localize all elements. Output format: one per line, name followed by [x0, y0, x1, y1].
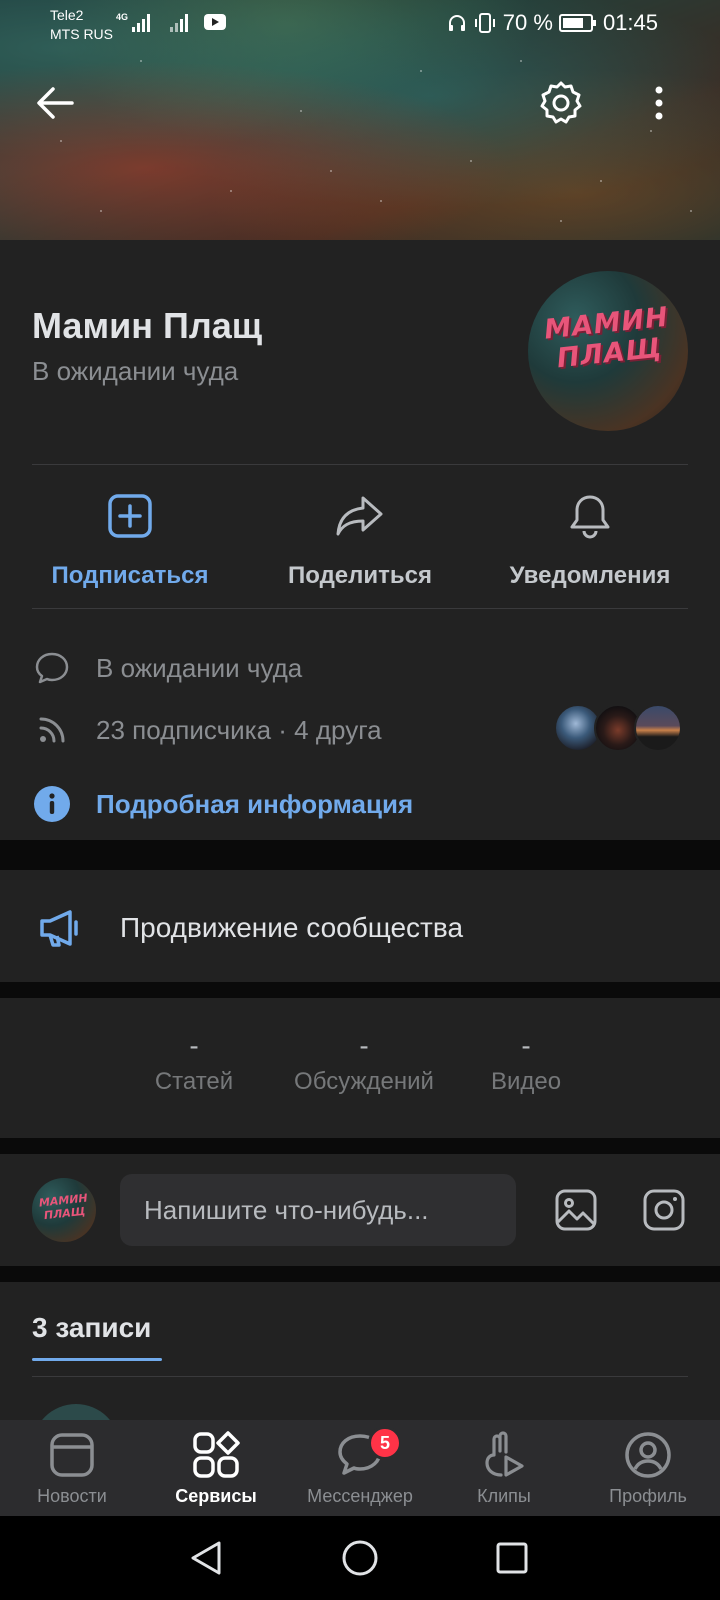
nav-back-button[interactable] [184, 1536, 228, 1580]
carrier-info: Tele2 MTS RUS [50, 6, 113, 44]
headphones-icon [448, 15, 465, 31]
friend-avatar [634, 704, 682, 752]
notifications-button[interactable]: Уведомления [480, 490, 700, 590]
camera-icon [643, 1189, 685, 1231]
square-recents-icon [496, 1542, 528, 1574]
network-type: 4G [116, 12, 129, 22]
counter-value: - [521, 1030, 531, 1061]
clips-icon [432, 1430, 576, 1480]
followers-text: 23 подписчика · 4 друга [96, 714, 382, 745]
chat-icon: 5 [288, 1426, 432, 1480]
back-button[interactable] [30, 78, 80, 128]
tab-label: Сервисы [175, 1486, 257, 1506]
triangle-back-icon [191, 1541, 221, 1575]
circle-home-icon [342, 1540, 378, 1576]
details-link-text: Подробная информация [96, 788, 414, 819]
posts-tab[interactable]: 3 записи [32, 1312, 151, 1344]
counter-discussions[interactable]: - Обсуждений [274, 1030, 454, 1096]
unread-badge: 5 [368, 1426, 402, 1460]
carrier-2: MTS RUS [50, 26, 113, 42]
counter-label: Обсуждений [294, 1068, 434, 1095]
community-status: В ожидании чуда [32, 356, 239, 386]
share-button[interactable]: Поделиться [250, 490, 470, 590]
details-link[interactable]: Подробная информация [32, 784, 413, 824]
status-row: В ожидании чуда [32, 648, 302, 688]
notifications-label: Уведомления [509, 562, 671, 589]
image-icon [555, 1189, 597, 1231]
promotion-label: Продвижение сообщества [120, 912, 464, 943]
posts-card [0, 1282, 720, 1422]
status-text: В ожидании чуда [96, 652, 303, 683]
share-arrow-icon [334, 490, 386, 542]
friends-avatars[interactable] [554, 704, 694, 754]
battery-icon [558, 14, 596, 32]
subscribe-button[interactable]: Подписаться [20, 490, 240, 590]
signal-icon: 4G [116, 12, 151, 32]
counter-label: Статей [154, 1068, 234, 1095]
tab-news[interactable]: Новости [0, 1430, 144, 1507]
avatar-logo: МАМИН ПЛАЩ [542, 301, 671, 375]
nav-recents-button[interactable] [490, 1536, 534, 1580]
counter-articles[interactable]: - Статей [104, 1030, 284, 1096]
news-icon [0, 1430, 144, 1480]
tab-label: Новости [37, 1486, 107, 1506]
posts-tab-indicator [32, 1358, 162, 1361]
plus-square-icon [104, 490, 156, 542]
tab-services[interactable]: Сервисы [144, 1430, 288, 1507]
status-bar: Tele2 MTS RUS 4G 70 % 01:45 [0, 0, 720, 48]
counter-value: - [359, 1030, 369, 1061]
followers-row[interactable]: 23 подписчика · 4 друга [32, 710, 382, 750]
battery-percent: 70 % [502, 10, 553, 35]
clock: 01:45 [602, 10, 658, 35]
composer-placeholder: Напишите что-нибудь... [144, 1194, 429, 1225]
community-name: Мамин Плащ [32, 305, 263, 346]
gear-icon [540, 81, 582, 124]
avatar-logo: МАМИН ПЛАЩ [38, 1191, 89, 1223]
more-menu-button[interactable] [634, 78, 684, 128]
arrow-left-icon [37, 87, 74, 119]
divider [32, 608, 688, 609]
services-icon [144, 1430, 288, 1480]
tab-messenger[interactable]: 5 Мессенджер [288, 1426, 432, 1507]
carrier-1: Tele2 [50, 7, 84, 23]
composer-avatar: МАМИН ПЛАЩ [32, 1178, 96, 1242]
post-composer-input[interactable]: Напишите что-нибудь... [120, 1174, 516, 1246]
rss-icon [32, 710, 72, 750]
tab-clips[interactable]: Клипы [432, 1430, 576, 1507]
status-right: 70 % 01:45 [447, 10, 658, 36]
speech-bubble-icon [32, 648, 72, 688]
counter-label: Видео [490, 1068, 562, 1095]
camera-button[interactable] [638, 1184, 690, 1236]
settings-button[interactable] [536, 78, 586, 128]
counter-value: - [189, 1030, 199, 1061]
divider [32, 1376, 688, 1377]
tab-profile[interactable]: Профиль [576, 1430, 720, 1507]
info-icon [32, 784, 72, 824]
tab-label: Профиль [609, 1486, 687, 1506]
tab-label: Мессенджер [307, 1486, 413, 1506]
divider [32, 464, 688, 465]
community-avatar[interactable]: МАМИН ПЛАЩ [528, 271, 688, 431]
signal-icons: 4G [116, 12, 227, 32]
nav-home-button[interactable] [338, 1536, 382, 1580]
bell-icon [564, 490, 616, 542]
subscribe-label: Подписаться [51, 562, 209, 589]
counter-videos[interactable]: - Видео [436, 1030, 616, 1096]
profile-icon [576, 1430, 720, 1480]
more-vertical-icon [655, 86, 663, 120]
signal-icon-2 [170, 12, 189, 32]
tab-label: Клипы [477, 1486, 531, 1506]
youtube-icon [204, 14, 227, 30]
vibrate-icon [474, 13, 495, 33]
megaphone-icon [38, 908, 84, 953]
add-photo-button[interactable] [550, 1184, 602, 1236]
share-label: Поделиться [287, 562, 433, 589]
